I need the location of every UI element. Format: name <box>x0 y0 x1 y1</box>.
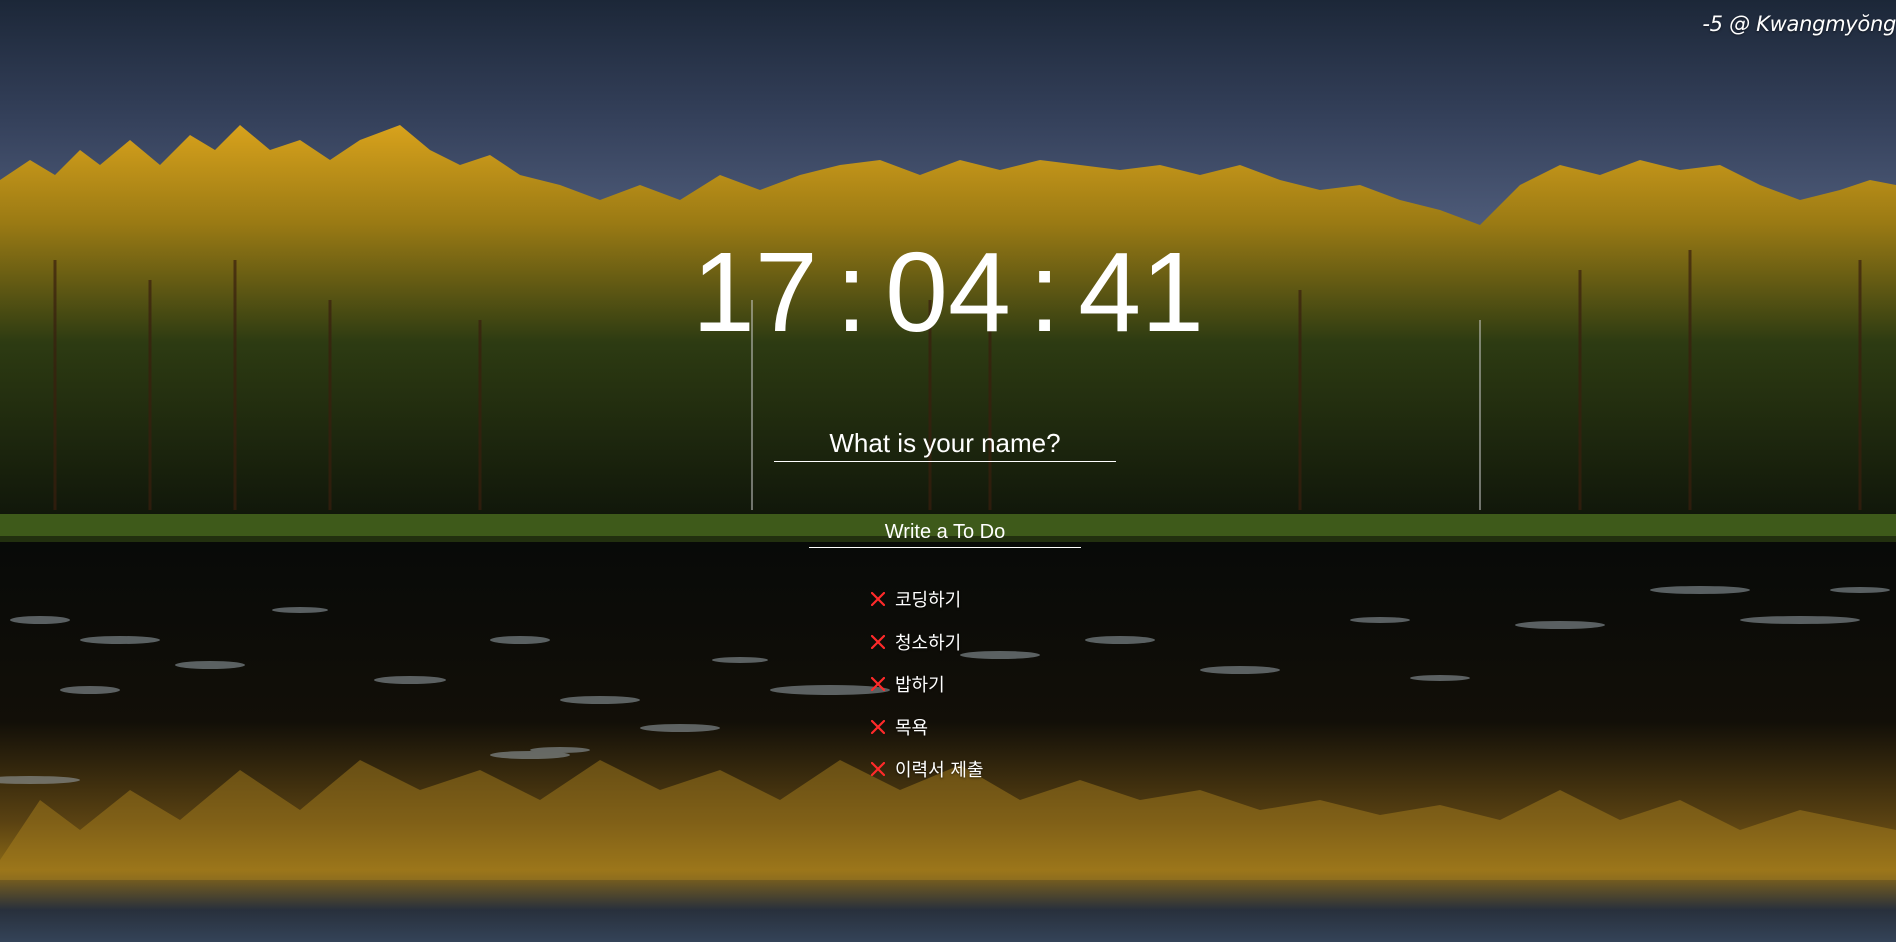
close-icon <box>871 634 885 649</box>
todo-item: 청소하기 <box>868 621 984 664</box>
todo-item: 목욕 <box>868 706 984 749</box>
delete-todo-button[interactable] <box>868 759 888 779</box>
background-image <box>0 0 1896 942</box>
todo-text: 코딩하기 <box>895 590 962 612</box>
todo-text: 이력서 제출 <box>895 760 984 782</box>
delete-todo-button[interactable] <box>868 674 888 694</box>
todo-list: 코딩하기 청소하기 밥하기 목욕 이력서 제출 <box>868 578 984 791</box>
delete-todo-button[interactable] <box>868 589 888 609</box>
name-form <box>774 426 1116 462</box>
name-input[interactable] <box>774 426 1116 462</box>
todo-input[interactable] <box>809 518 1081 548</box>
clock-hours: 17 <box>692 229 818 355</box>
close-icon <box>871 719 885 734</box>
forest-lake-illustration <box>0 0 1896 942</box>
todo-text: 청소하기 <box>895 632 962 654</box>
clock-seconds: 41 <box>1078 229 1204 355</box>
close-icon <box>871 592 885 607</box>
delete-todo-button[interactable] <box>868 632 888 652</box>
clock: 17:04:41 <box>0 222 1896 362</box>
delete-todo-button[interactable] <box>868 717 888 737</box>
weather-location: -5 @ Kwangmyŏng <box>1702 12 1896 36</box>
close-icon <box>871 762 885 777</box>
todo-text: 밥하기 <box>895 675 945 697</box>
clock-separator: : <box>1028 229 1061 355</box>
todo-item: 이력서 제출 <box>868 748 984 791</box>
todo-item: 코딩하기 <box>868 578 984 621</box>
todo-item: 밥하기 <box>868 663 984 706</box>
close-icon <box>871 677 885 692</box>
todo-form <box>809 518 1081 548</box>
clock-separator: : <box>835 229 868 355</box>
todo-text: 목욕 <box>895 717 929 739</box>
clock-minutes: 04 <box>885 229 1011 355</box>
